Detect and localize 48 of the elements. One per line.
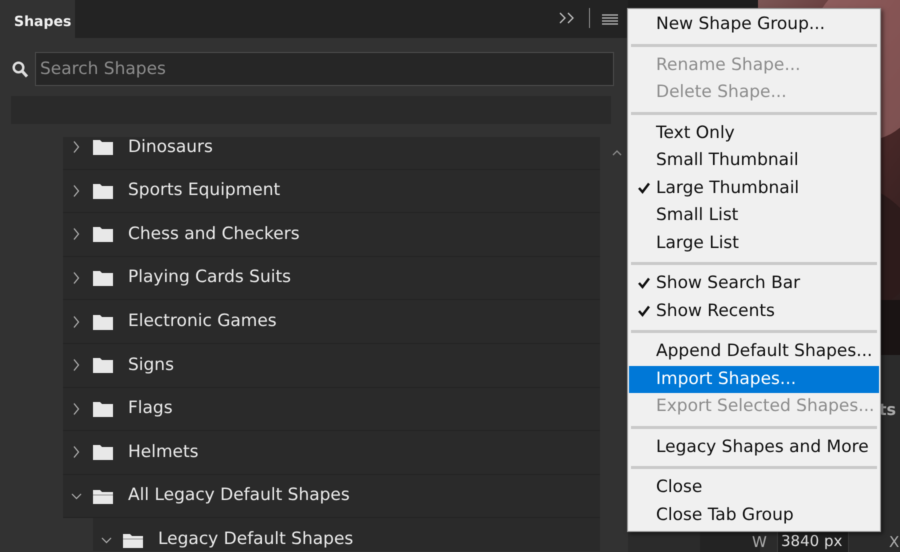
- width-label: W: [752, 532, 767, 552]
- folder-row[interactable]: Chess and Checkers: [63, 213, 600, 257]
- menu-item[interactable]: Close: [629, 474, 879, 502]
- folder-icon: [92, 138, 114, 156]
- folder-row[interactable]: Electronic Games: [63, 300, 600, 344]
- menu-item[interactable]: Legacy Shapes and More: [629, 434, 879, 461]
- folder-row[interactable]: Flags: [63, 388, 600, 432]
- folder-row[interactable]: Signs: [63, 344, 600, 388]
- open-folder-icon: [92, 487, 114, 506]
- menu-item[interactable]: Small List: [629, 202, 879, 230]
- panel-tab[interactable]: Shapes: [0, 0, 75, 38]
- folder-icon: [92, 269, 114, 288]
- menu-item[interactable]: Large Thumbnail: [629, 174, 879, 202]
- expand-icon[interactable]: [559, 12, 575, 24]
- search-icon: [12, 60, 28, 78]
- folder-row[interactable]: All Legacy Default Shapes: [63, 474, 600, 518]
- folder-row[interactable]: Legacy Default Shapes: [93, 518, 600, 551]
- chevron-right-icon[interactable]: [71, 184, 82, 198]
- folder-row[interactable]: Sports Equipment: [63, 170, 600, 214]
- folder-row[interactable]: Helmets: [63, 431, 600, 475]
- menu-icon[interactable]: [602, 14, 618, 26]
- folder-icon: [92, 443, 114, 462]
- scroll-up-icon[interactable]: [612, 149, 622, 156]
- chevron-right-icon[interactable]: [71, 402, 82, 416]
- chevron-right-icon[interactable]: [71, 140, 82, 154]
- folder-row[interactable]: Playing Cards Suits: [63, 256, 600, 300]
- folder-icon: [92, 356, 114, 374]
- menu-item[interactable]: Text Only: [629, 120, 879, 147]
- folder-row[interactable]: Dinosaurs: [63, 137, 600, 170]
- chevron-right-icon[interactable]: [71, 445, 82, 460]
- folder-icon: [92, 225, 114, 244]
- menu-item[interactable]: Show Recents: [629, 298, 879, 325]
- menu-item[interactable]: New Shape Group...: [629, 11, 879, 38]
- chevron-right-icon[interactable]: [71, 314, 82, 329]
- folder-icon: [92, 182, 114, 200]
- search-field[interactable]: Search Shapes: [35, 52, 614, 86]
- menu-item[interactable]: Small Thumbnail: [629, 147, 879, 174]
- menu-item[interactable]: Large List: [629, 230, 879, 257]
- chevron-right-icon[interactable]: [71, 227, 82, 242]
- menu-item[interactable]: Close Tab Group: [629, 502, 879, 529]
- folder-icon: [92, 400, 114, 418]
- x-label: X: [889, 532, 900, 552]
- chevron-right-icon[interactable]: [71, 358, 82, 372]
- menu-item[interactable]: Import Shapes...: [629, 366, 879, 393]
- chevron-right-icon[interactable]: [71, 271, 82, 286]
- menu-item[interactable]: Append Default Shapes...: [629, 338, 879, 366]
- menu-item[interactable]: Show Search Bar: [629, 270, 879, 298]
- folder-icon: [92, 312, 114, 331]
